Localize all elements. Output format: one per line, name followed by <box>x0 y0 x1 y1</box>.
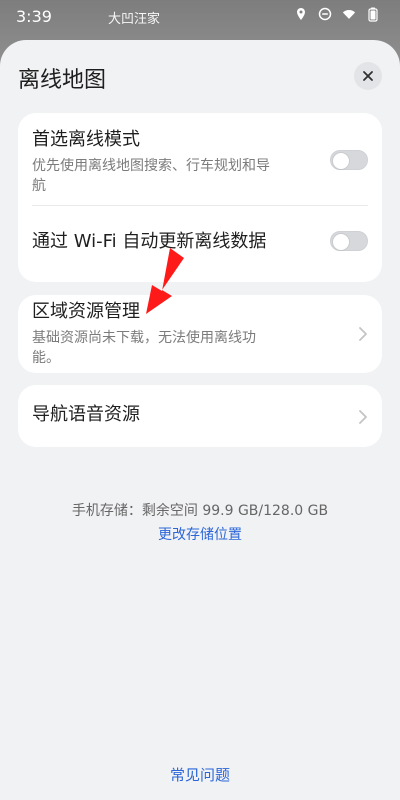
status-bar: 3:39 大凹汪家 <box>0 0 400 34</box>
preferred-offline-mode-row[interactable]: 首选离线模式 优先使用离线地图搜索、行车规划和导 航 <box>32 129 368 196</box>
wifi-auto-update-row[interactable]: 通过 Wi-Fi 自动更新离线数据 <box>32 231 368 254</box>
page-title: 离线地图 <box>18 68 107 93</box>
close-icon <box>362 67 374 86</box>
status-icons <box>294 7 380 22</box>
sheet-header: 离线地图 <box>18 62 382 96</box>
navigation-voice-resources-row[interactable]: 导航语音资源 <box>32 404 368 427</box>
offline-settings-card: 首选离线模式 优先使用离线地图搜索、行车规划和导 航 通过 Wi-Fi 自动更新… <box>18 113 382 282</box>
wifi-icon <box>342 7 356 21</box>
location-icon <box>294 7 308 21</box>
toggle-knob <box>333 234 349 250</box>
do-not-disturb-icon <box>318 7 332 21</box>
navigation-voice-resources-title: 导航语音资源 <box>32 404 140 425</box>
region-resources-row[interactable]: 区域资源管理 基础资源尚未下载，无法使用离线功 能。 <box>32 301 368 368</box>
faq-link[interactable]: 常见问题 <box>0 764 400 785</box>
red-arrow-annotation <box>138 246 190 316</box>
region-resources-description-line-2: 能。 <box>32 349 60 366</box>
region-resources-description-line-1: 基础资源尚未下载，无法使用离线功 <box>32 329 256 346</box>
preferred-offline-mode-description: 优先使用离线地图搜索、行车规划和导 航 <box>32 156 368 197</box>
status-time: 3:39 <box>16 7 52 26</box>
chevron-right-icon <box>358 326 368 341</box>
storage-info: 手机存储：剩余空间 99.9 GB/128.0 GB <box>71 503 329 519</box>
close-button[interactable] <box>354 62 382 90</box>
wifi-auto-update-title: 通过 Wi-Fi 自动更新离线数据 <box>32 231 267 252</box>
navigation-voice-resources-card[interactable]: 导航语音资源 <box>18 385 382 447</box>
region-resources-description: 基础资源尚未下载，无法使用离线功 能。 <box>32 328 368 369</box>
battery-icon <box>366 7 380 22</box>
preferred-offline-mode-description-line-1: 优先使用离线地图搜索、行车规划和导 <box>32 157 270 174</box>
chevron-right-icon <box>358 409 368 424</box>
wifi-auto-update-toggle[interactable] <box>330 231 368 251</box>
toggle-knob <box>333 153 349 169</box>
region-resources-title: 区域资源管理 <box>32 301 140 322</box>
change-storage-location-link[interactable]: 更改存储位置 <box>0 524 400 544</box>
screen: 3:39 大凹汪家 离线地图 首选离线模式 优先使用离线地图搜索、行车规划和导 … <box>0 0 400 800</box>
offline-map-sheet: 离线地图 首选离线模式 优先使用离线地图搜索、行车规划和导 航 通过 Wi-Fi… <box>0 40 400 800</box>
preferred-offline-mode-description-line-2: 航 <box>32 177 46 194</box>
preferred-offline-mode-toggle[interactable] <box>330 150 368 170</box>
settings-divider <box>32 205 368 206</box>
status-place: 大凹汪家 <box>108 12 161 27</box>
preferred-offline-mode-title: 首选离线模式 <box>32 129 140 150</box>
region-resources-card[interactable]: 区域资源管理 基础资源尚未下载，无法使用离线功 能。 <box>18 295 382 373</box>
